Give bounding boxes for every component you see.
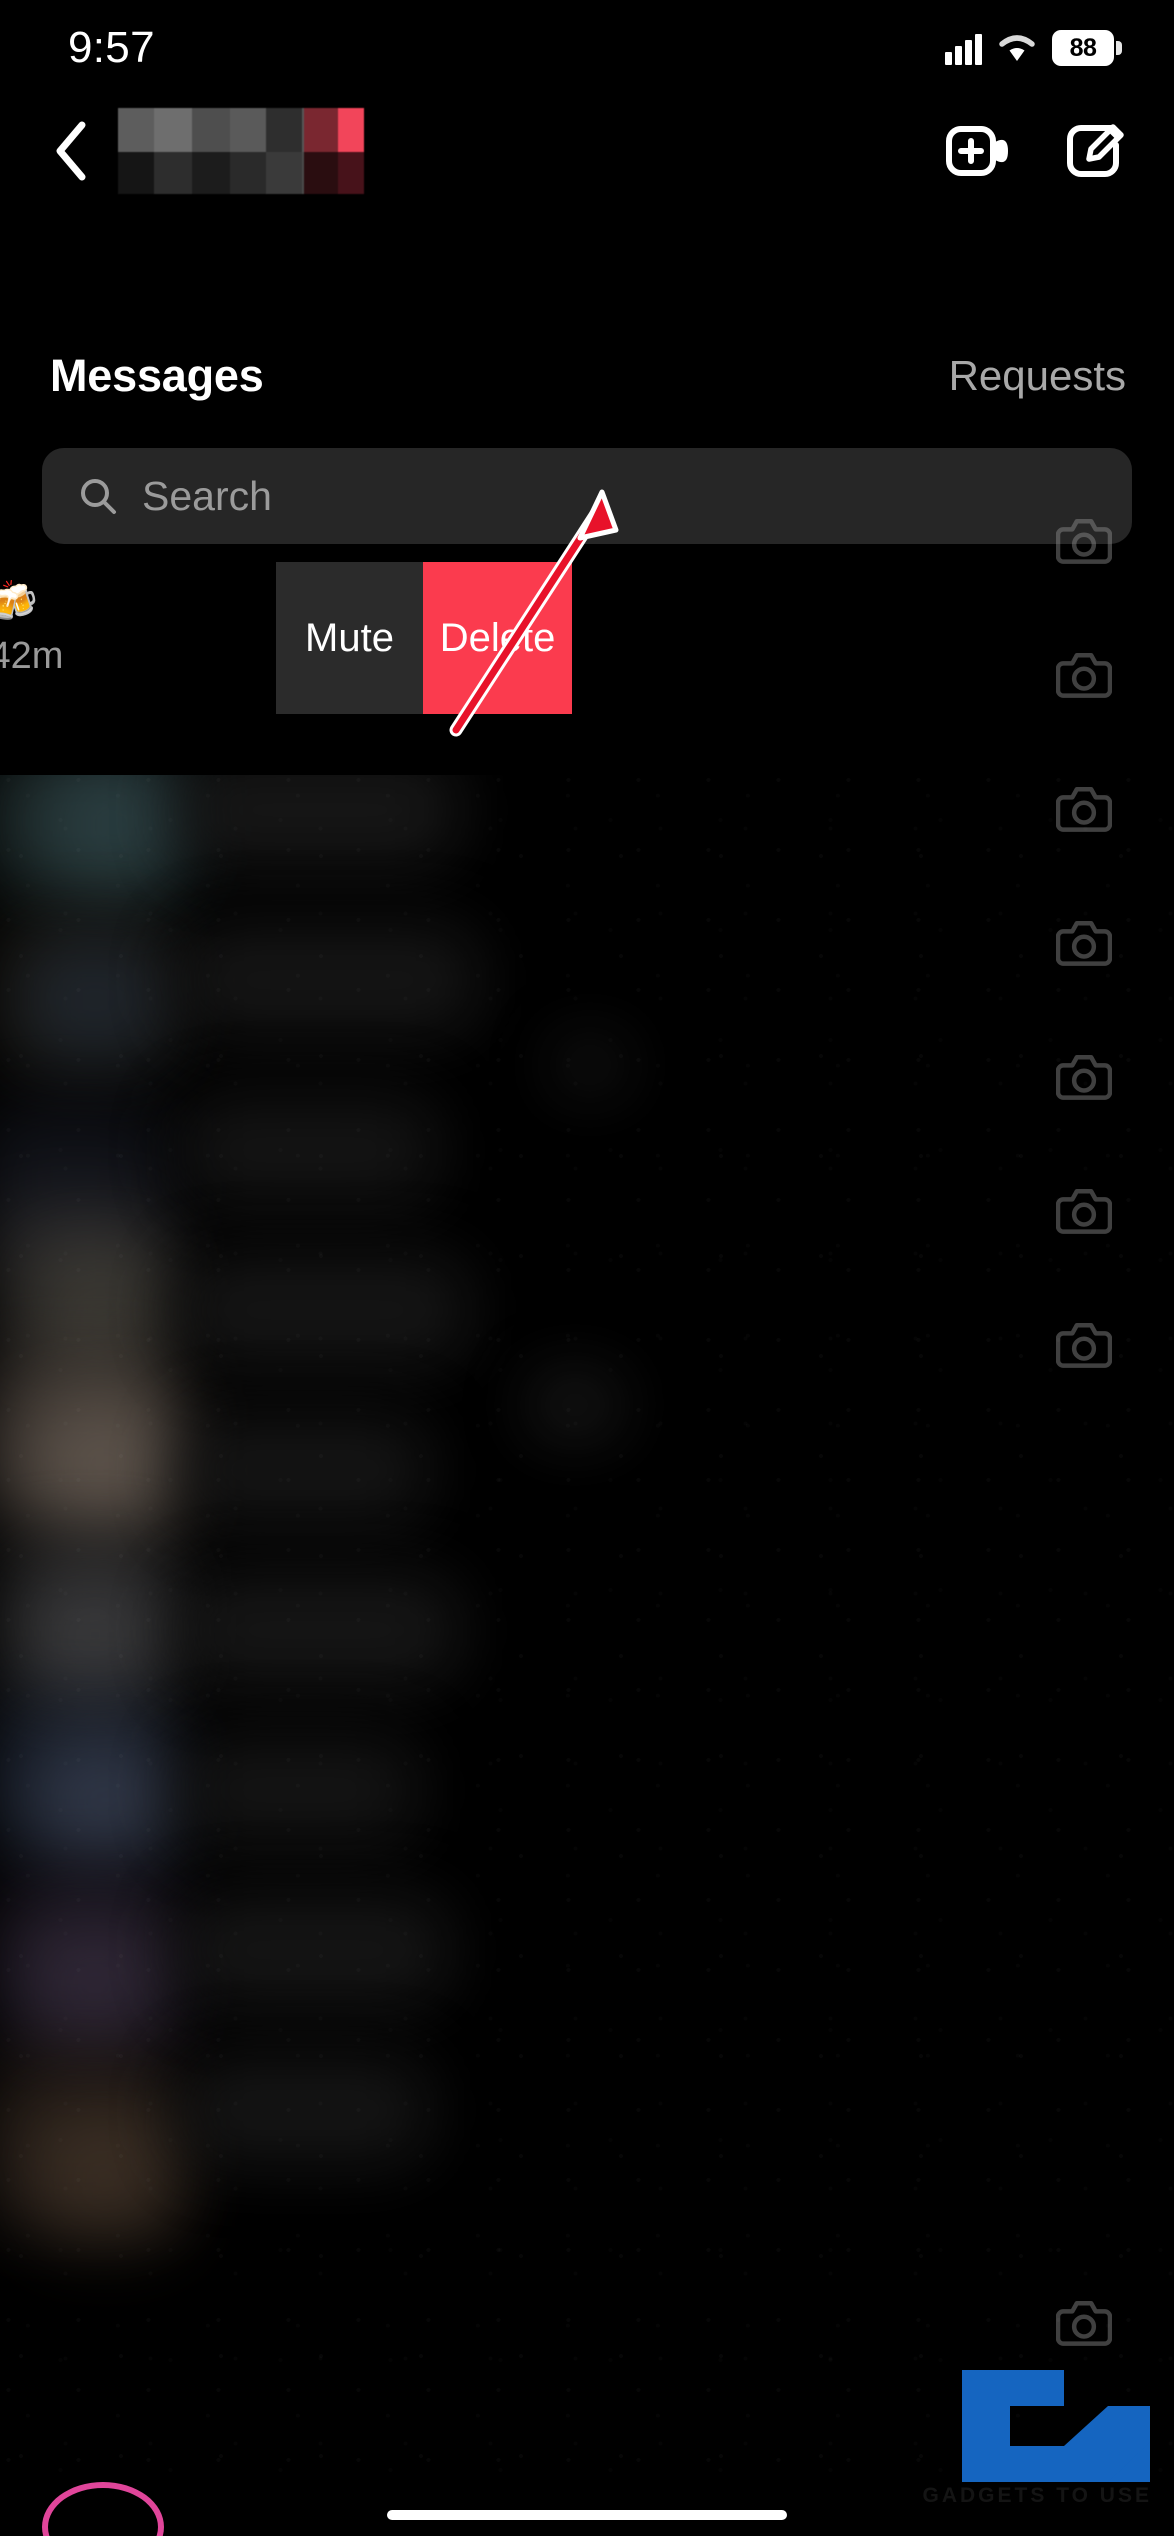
conversation-labels: TITANS🍻 sages · 42m [0,578,63,678]
camera-icon[interactable] [1055,649,1113,706]
delete-action-label: Delete [439,615,556,660]
camera-icon[interactable] [1055,515,1113,572]
camera-icon[interactable] [1055,1319,1113,1376]
camera-icon[interactable] [1055,1051,1113,1108]
section-title-row: Messages Requests [0,336,1174,416]
decorative-arc [42,2482,164,2536]
search-placeholder: Search [142,472,272,519]
camera-icon[interactable] [1055,2297,1113,2354]
mute-action-label: Mute [305,615,394,660]
conversation-timestamp: 42m [0,635,64,677]
conversation-row: TITANS🍻 sages · 42m Mute Delete [0,562,1174,714]
status-clock: 9:57 [68,23,155,72]
camera-icon[interactable] [1055,917,1113,974]
wifi-icon [999,35,1035,61]
nav-bar [0,96,1174,206]
conversation-title: TITANS🍻 [0,580,38,624]
status-indicators: 88 [945,30,1122,66]
conversation-row-content[interactable]: TITANS🍻 sages · 42m Mute Delete [0,562,1022,714]
phone-screen: 9:57 88 Messages Requests Search 🍻 42m M… [0,0,1174,2536]
camera-icon[interactable] [1055,783,1113,840]
search-icon [81,479,116,514]
conversation-subtitle: sages · 42m [0,635,63,678]
camera-icon[interactable] [1055,1185,1113,1242]
battery-icon: 88 [1052,30,1122,66]
home-indicator[interactable] [387,2510,787,2520]
back-chevron-icon[interactable] [40,119,104,183]
cellular-signal-icon [945,31,982,65]
status-bar: 9:57 88 [0,0,1174,96]
mute-action-button[interactable]: Mute [276,562,423,714]
blurred-conversation-list [0,775,1174,2475]
video-camera-plus-icon[interactable] [944,116,1014,186]
search-input[interactable]: Search [42,448,1132,544]
gd-logo-icon [962,2370,1150,2482]
blur-grain-overlay [0,775,1174,2475]
redacted-username [118,108,364,194]
delete-action-button[interactable]: Delete [423,562,572,714]
battery-level: 88 [1069,33,1097,62]
requests-link[interactable]: Requests [949,352,1126,400]
watermark-caption: GADGETS TO USE [922,2484,1152,2507]
compose-pencil-icon[interactable] [1060,116,1130,186]
page-title: Messages [50,350,264,401]
